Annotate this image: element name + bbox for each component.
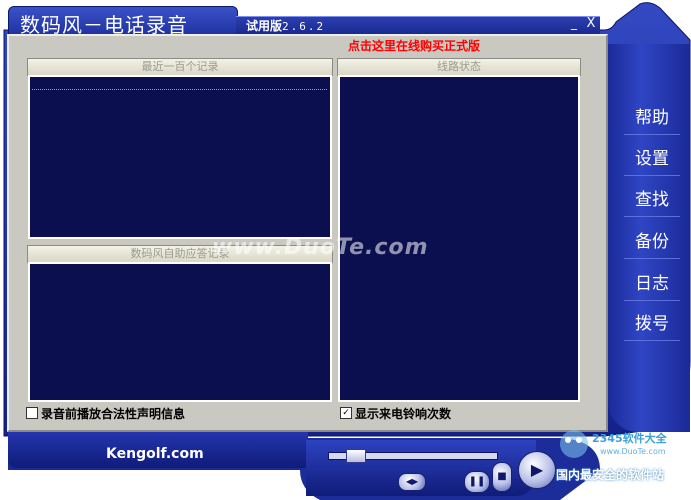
- recent-records-list[interactable]: [28, 75, 332, 239]
- law-notice-label[interactable]: 录音前播放合法性声明信息: [41, 405, 185, 422]
- ring-count-checkbox[interactable]: ✓: [340, 407, 352, 419]
- eject-button[interactable]: ◀▶: [398, 473, 426, 491]
- version-label: 试用版2.6.2: [246, 17, 325, 34]
- version-number: 2.6.2: [282, 20, 326, 33]
- side-menu-dial[interactable]: 拨号: [624, 308, 680, 341]
- recent-records-selected-row[interactable]: [32, 79, 327, 90]
- site-label: Kengolf.com: [106, 446, 204, 462]
- recent-records-header[interactable]: 最近一百个记录: [27, 58, 333, 76]
- side-menu-help[interactable]: 帮助: [624, 102, 680, 135]
- pause-button[interactable]: ❚❚: [464, 471, 490, 493]
- watermark-logo-slogan: 国内最安全的软件站: [556, 468, 665, 482]
- minimize-button[interactable]: _: [567, 17, 581, 31]
- side-menu-backup[interactable]: 备份: [624, 226, 680, 259]
- auto-answer-records-list[interactable]: [28, 262, 332, 402]
- side-menu-log[interactable]: 日志: [624, 268, 680, 301]
- side-menu-search[interactable]: 查找: [624, 184, 680, 217]
- version-edition: 试用版: [246, 19, 283, 33]
- seek-slider-thumb[interactable]: [346, 449, 366, 463]
- stop-button[interactable]: ■: [492, 462, 512, 492]
- watermark-logo-url: www.DuoTe.com: [600, 447, 666, 456]
- side-menu-settings[interactable]: 设置: [624, 143, 680, 176]
- ring-count-label[interactable]: 显示来电铃响次数: [355, 405, 451, 422]
- close-button[interactable]: X: [584, 17, 598, 31]
- watermark-logo-title: 2345软件大全: [592, 432, 667, 445]
- law-notice-checkbox[interactable]: [26, 407, 38, 419]
- buy-full-version-link[interactable]: 点击这里在线购买正式版: [348, 37, 480, 54]
- watermark-text: www.DuoTe.com: [212, 235, 429, 260]
- line-status-header[interactable]: 线路状态: [337, 58, 581, 76]
